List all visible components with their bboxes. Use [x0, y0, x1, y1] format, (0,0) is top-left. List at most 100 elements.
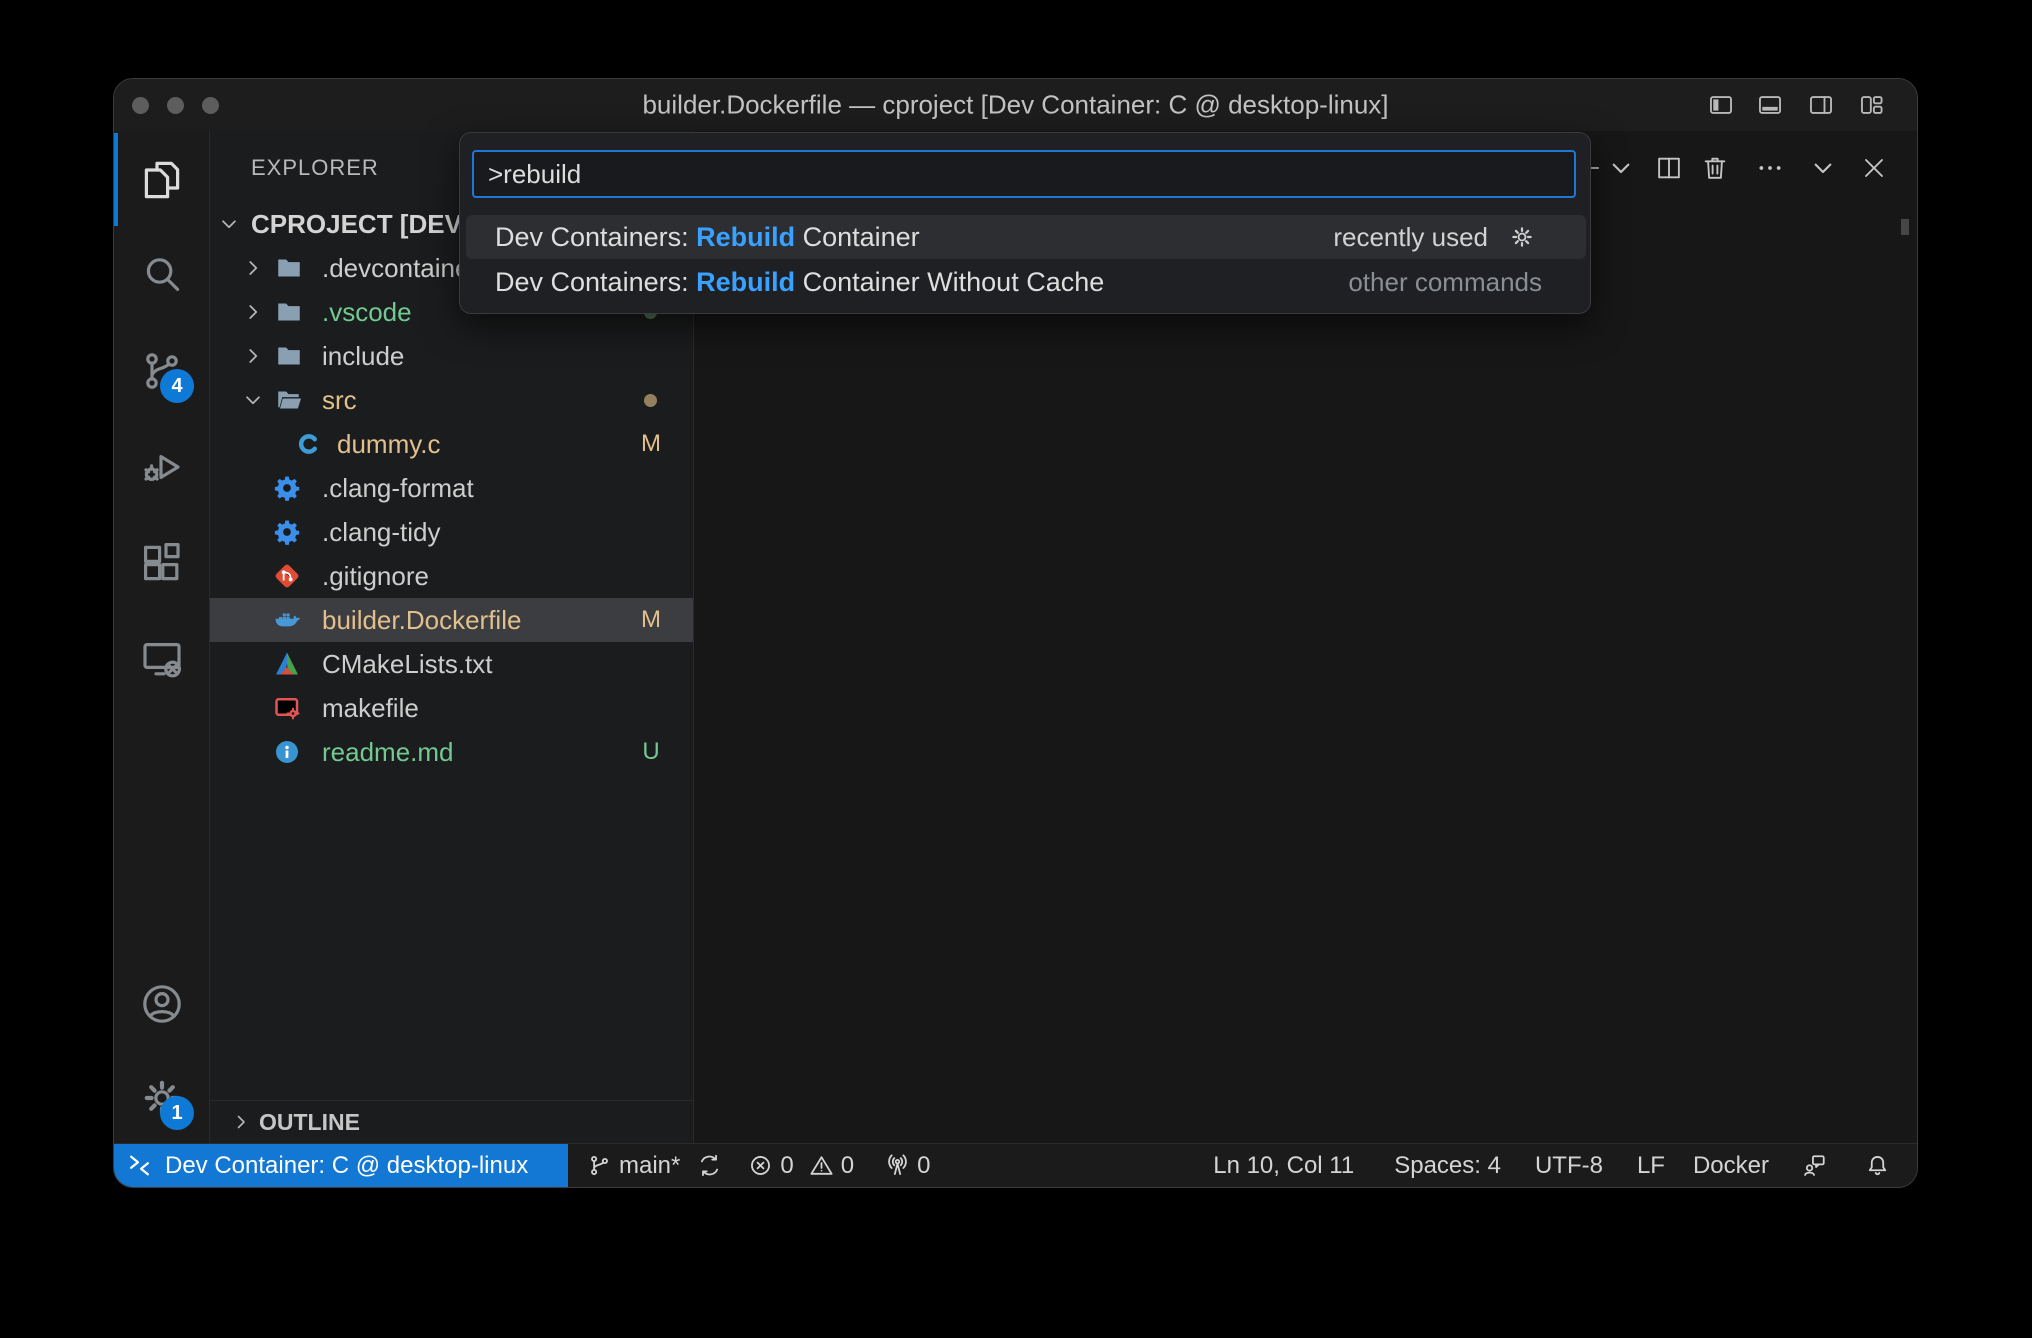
docker-icon: [272, 605, 302, 635]
eol-sequence[interactable]: LF: [1637, 1152, 1665, 1180]
chevron-down-icon: [216, 211, 242, 237]
ports-status-item[interactable]: 0: [884, 1152, 930, 1180]
chevron-down-icon: [240, 387, 266, 413]
notifications-bell-icon[interactable]: [1864, 1152, 1891, 1179]
file-label: builder.Dockerfile: [322, 598, 521, 642]
file-label: .clang-tidy: [322, 510, 441, 554]
error-icon: [747, 1152, 774, 1179]
outline-section[interactable]: OUTLINE: [210, 1100, 693, 1143]
scm-badge: 4: [160, 369, 194, 403]
folder-icon: [274, 253, 304, 283]
folder-icon: [274, 297, 304, 327]
language-mode[interactable]: Docker: [1693, 1152, 1769, 1180]
remote-explorer-icon[interactable]: [138, 635, 186, 683]
toggle-panel-icon[interactable]: [1756, 91, 1784, 119]
tree-item-src[interactable]: src: [210, 378, 693, 422]
outline-title: OUTLINE: [259, 1101, 360, 1143]
file-label: include: [322, 334, 404, 378]
folder-open-icon: [274, 385, 304, 415]
file-label: .clang-format: [322, 466, 474, 510]
title-bar: builder.Dockerfile — cproject [Dev Conta…: [114, 79, 1917, 132]
command-palette-input[interactable]: [472, 150, 1576, 198]
command-palette: Dev Containers: Rebuild Containerrecentl…: [459, 132, 1591, 314]
traffic-light-zoom-button[interactable]: [202, 97, 219, 114]
git-status-badge: M: [635, 598, 667, 642]
tree-item-builder-dockerfile[interactable]: builder.Dockerfile M: [210, 598, 693, 642]
file-label: .devcontainer: [322, 246, 478, 290]
traffic-light-close-button[interactable]: [132, 97, 149, 114]
tree-item-include[interactable]: include: [210, 334, 693, 378]
chevron-right-icon: [240, 299, 266, 325]
branch-status-item[interactable]: main*: [586, 1152, 680, 1180]
toggle-secondary-sidebar-icon[interactable]: [1807, 91, 1835, 119]
kill-terminal-icon[interactable]: [1699, 152, 1731, 184]
tree-item-makefile[interactable]: makefile: [210, 686, 693, 730]
extensions-icon[interactable]: [138, 539, 186, 587]
command-label: Dev Containers: Rebuild Container Withou…: [495, 267, 1104, 298]
git-branch-icon: [586, 1152, 613, 1179]
ports-count: 0: [917, 1152, 930, 1180]
tree-item--clang-format[interactable]: .clang-format: [210, 466, 693, 510]
radio-tower-icon: [884, 1152, 911, 1179]
git-status-badge: M: [635, 422, 667, 466]
split-terminal-icon[interactable]: [1653, 152, 1685, 184]
problems-status-item[interactable]: 0 0: [747, 1152, 854, 1180]
git-status-dot: [644, 394, 657, 407]
cursor-position[interactable]: Ln 10, Col 11: [1213, 1152, 1354, 1180]
git-icon: [272, 561, 302, 591]
explorer-title: EXPLORER: [251, 155, 379, 181]
terminal-dropdown-icon[interactable]: [1605, 152, 1637, 184]
file-label: .vscode: [322, 290, 412, 334]
source-control-icon[interactable]: 4: [138, 347, 186, 395]
c-icon: [294, 429, 324, 459]
sync-status-item[interactable]: [696, 1152, 723, 1179]
tree-item--gitignore[interactable]: .gitignore: [210, 554, 693, 598]
gear-file-icon: [272, 473, 302, 503]
sync-icon: [696, 1152, 723, 1179]
folder-icon: [274, 341, 304, 371]
palette-result-row[interactable]: Dev Containers: Rebuild Container Withou…: [466, 260, 1586, 304]
file-label: .gitignore: [322, 554, 429, 598]
scrollbar-thumb[interactable]: [1901, 219, 1909, 235]
tree-item-cmakelists-txt[interactable]: CMakeLists.txt: [210, 642, 693, 686]
command-group-label: other commands: [1348, 267, 1586, 298]
file-label: readme.md: [322, 730, 454, 774]
search-icon[interactable]: [138, 251, 186, 299]
tree-item--clang-tidy[interactable]: .clang-tidy: [210, 510, 693, 554]
gear-file-icon: [272, 517, 302, 547]
vscode-window: builder.Dockerfile — cproject [Dev Conta…: [113, 78, 1918, 1188]
info-icon: [272, 737, 302, 767]
traffic-light-minimize-button[interactable]: [167, 97, 184, 114]
restore-panel-icon[interactable]: [1807, 152, 1839, 184]
palette-result-row[interactable]: Dev Containers: Rebuild Containerrecentl…: [466, 215, 1586, 259]
cmake-icon: [272, 649, 302, 679]
configure-keybinding-icon[interactable]: [1508, 223, 1536, 251]
file-label: makefile: [322, 686, 419, 730]
more-actions-icon[interactable]: [1754, 152, 1786, 184]
chevron-right-icon: [240, 343, 266, 369]
activity-bar: 4 1: [114, 131, 210, 1143]
remote-indicator[interactable]: Dev Container: C @ desktop-linux: [114, 1144, 568, 1188]
command-label: Dev Containers: Rebuild Container: [495, 222, 920, 253]
encoding[interactable]: UTF-8: [1535, 1152, 1603, 1180]
tree-item-dummy-c[interactable]: dummy.c M: [210, 422, 693, 466]
customize-layout-icon[interactable]: [1858, 91, 1886, 119]
error-count: 0: [780, 1152, 793, 1180]
settings-gear-icon[interactable]: 1: [138, 1074, 186, 1122]
chevron-right-icon: [240, 255, 266, 281]
run-debug-icon[interactable]: [138, 443, 186, 491]
feedback-icon[interactable]: [1801, 1152, 1828, 1179]
file-label: CMakeLists.txt: [322, 642, 493, 686]
status-bar: Dev Container: C @ desktop-linux main* 0…: [114, 1143, 1917, 1187]
file-label: dummy.c: [337, 422, 441, 466]
close-panel-icon[interactable]: [1858, 152, 1890, 184]
indentation[interactable]: Spaces: 4: [1394, 1152, 1501, 1180]
tree-item-readme-md[interactable]: readme.md U: [210, 730, 693, 774]
chevron-right-icon: [229, 1110, 253, 1134]
window-title: builder.Dockerfile — cproject [Dev Conta…: [642, 90, 1388, 121]
warning-count: 0: [841, 1152, 854, 1180]
account-icon[interactable]: [138, 980, 186, 1028]
toggle-primary-sidebar-icon[interactable]: [1707, 91, 1735, 119]
git-status-badge: U: [635, 730, 667, 774]
explorer-icon[interactable]: [138, 155, 186, 203]
